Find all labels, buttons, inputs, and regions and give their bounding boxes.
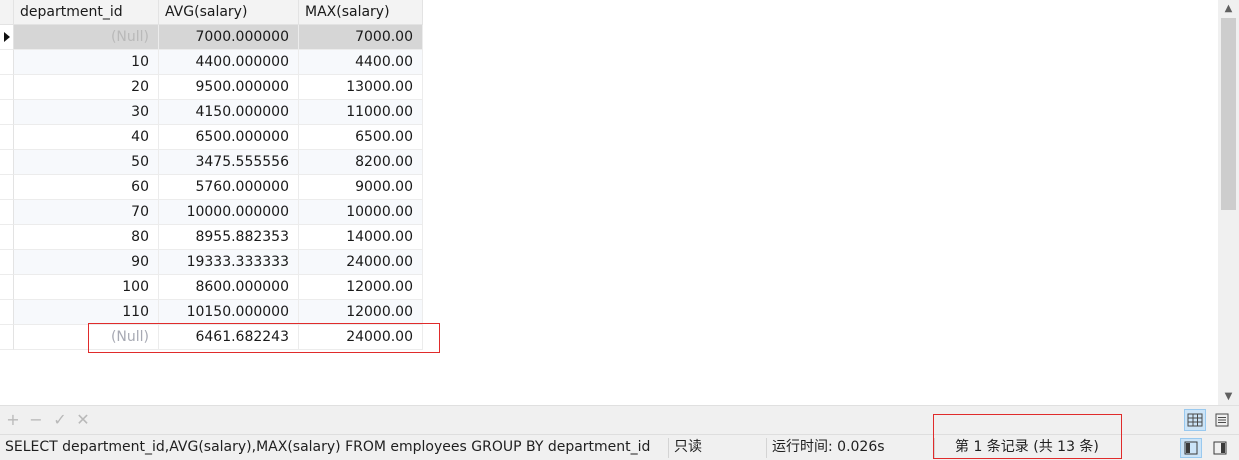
row-indicator[interactable] [0, 175, 14, 200]
column-header-avg-salary[interactable]: AVG(salary) [159, 0, 299, 25]
cell-avg-salary[interactable]: 3475.555556 [159, 150, 299, 175]
cell-avg-salary[interactable]: 4400.000000 [159, 50, 299, 75]
cell-department-id[interactable]: 80 [14, 225, 159, 250]
table-row[interactable]: (Null) 7000.000000 7000.00 [0, 25, 423, 50]
form-view-button[interactable] [1211, 409, 1233, 431]
row-indicator[interactable] [0, 125, 14, 150]
status-sql-text: SELECT department_id,AVG(salary),MAX(sal… [5, 439, 651, 455]
row-indicator[interactable] [0, 75, 14, 100]
cell-avg-salary[interactable]: 8955.882353 [159, 225, 299, 250]
cell-max-salary[interactable]: 14000.00 [299, 225, 423, 250]
query-result-window: department_id AVG(salary) MAX(salary) (N… [0, 0, 1239, 460]
cell-max-salary[interactable]: 9000.00 [299, 175, 423, 200]
row-indicator[interactable] [0, 100, 14, 125]
check-icon[interactable]: ✓ [51, 410, 69, 430]
current-row-arrow-icon [4, 32, 10, 42]
cell-avg-salary[interactable]: 6461.682243 [159, 325, 299, 350]
grid-view-button[interactable] [1184, 409, 1206, 431]
cell-department-id[interactable]: 90 [14, 250, 159, 275]
cell-department-id[interactable]: 20 [14, 75, 159, 100]
grid-header: department_id AVG(salary) MAX(salary) [0, 0, 423, 25]
cell-department-id[interactable]: (Null) [14, 25, 159, 50]
row-indicator[interactable] [0, 25, 14, 50]
table-row[interactable]: 50 3475.555556 8200.00 [0, 150, 423, 175]
cell-max-salary[interactable]: 13000.00 [299, 75, 423, 100]
row-indicator[interactable] [0, 150, 14, 175]
cell-max-salary[interactable]: 7000.00 [299, 25, 423, 50]
result-grid[interactable]: department_id AVG(salary) MAX(salary) (N… [0, 0, 1218, 405]
status-bar: SELECT department_id,AVG(salary),MAX(sal… [0, 434, 1239, 460]
status-divider [766, 438, 767, 458]
table-row[interactable]: 100 8600.000000 12000.00 [0, 275, 423, 300]
table-row[interactable]: 60 5760.000000 9000.00 [0, 175, 423, 200]
grid-toolbar: + − ✓ ✕ [0, 405, 1239, 434]
cell-avg-salary[interactable]: 6500.000000 [159, 125, 299, 150]
table-row[interactable]: 20 9500.000000 13000.00 [0, 75, 423, 100]
cell-department-id[interactable]: 30 [14, 100, 159, 125]
cell-department-id[interactable]: 60 [14, 175, 159, 200]
cell-avg-salary[interactable]: 7000.000000 [159, 25, 299, 50]
status-divider [668, 438, 669, 458]
cell-avg-salary[interactable]: 10000.000000 [159, 200, 299, 225]
row-indicator[interactable] [0, 225, 14, 250]
cell-max-salary[interactable]: 24000.00 [299, 325, 423, 350]
table-row[interactable]: 40 6500.000000 6500.00 [0, 125, 423, 150]
cell-avg-salary[interactable]: 10150.000000 [159, 300, 299, 325]
row-indicator[interactable] [0, 50, 14, 75]
status-runtime: 运行时间: 0.026s [772, 439, 885, 455]
status-mode: 只读 [674, 439, 702, 455]
column-header-department-id[interactable]: department_id [14, 0, 159, 25]
cell-max-salary[interactable]: 8200.00 [299, 150, 423, 175]
status-record-count: 第 1 条记录 (共 13 条) [955, 439, 1099, 455]
cell-max-salary[interactable]: 10000.00 [299, 200, 423, 225]
panel-left-button[interactable] [1180, 438, 1202, 458]
cell-max-salary[interactable]: 12000.00 [299, 300, 423, 325]
scroll-down-icon[interactable]: ▼ [1218, 388, 1239, 405]
cell-avg-salary[interactable]: 19333.333333 [159, 250, 299, 275]
row-indicator[interactable] [0, 300, 14, 325]
minus-icon[interactable]: − [27, 410, 45, 430]
plus-icon[interactable]: + [4, 410, 22, 430]
cell-department-id[interactable]: 40 [14, 125, 159, 150]
cell-max-salary[interactable]: 12000.00 [299, 275, 423, 300]
header-corner [0, 0, 14, 25]
cell-avg-salary[interactable]: 9500.000000 [159, 75, 299, 100]
cell-avg-salary[interactable]: 8600.000000 [159, 275, 299, 300]
cell-max-salary[interactable]: 6500.00 [299, 125, 423, 150]
cell-max-salary[interactable]: 4400.00 [299, 50, 423, 75]
cell-max-salary[interactable]: 11000.00 [299, 100, 423, 125]
cell-max-salary[interactable]: 24000.00 [299, 250, 423, 275]
table-row[interactable]: 80 8955.882353 14000.00 [0, 225, 423, 250]
status-divider [934, 438, 935, 458]
cell-avg-salary[interactable]: 4150.000000 [159, 100, 299, 125]
table-row[interactable]: (Null) 6461.682243 24000.00 [0, 325, 423, 350]
table-row[interactable]: 110 10150.000000 12000.00 [0, 300, 423, 325]
grid-rows: (Null) 7000.000000 7000.00 10 4400.000000 440… [0, 25, 423, 350]
cell-department-id[interactable]: 110 [14, 300, 159, 325]
table-row[interactable]: 90 19333.333333 24000.00 [0, 250, 423, 275]
row-indicator[interactable] [0, 325, 14, 350]
panel-right-icon [1213, 441, 1227, 455]
x-icon[interactable]: ✕ [74, 410, 92, 430]
row-indicator[interactable] [0, 250, 14, 275]
cell-department-id[interactable]: 70 [14, 200, 159, 225]
table-row[interactable]: 70 10000.000000 10000.00 [0, 200, 423, 225]
cell-department-id[interactable]: (Null) [14, 325, 159, 350]
grid-view-icon [1187, 413, 1203, 427]
cell-department-id[interactable]: 100 [14, 275, 159, 300]
table-row[interactable]: 10 4400.000000 4400.00 [0, 50, 423, 75]
cell-avg-salary[interactable]: 5760.000000 [159, 175, 299, 200]
cell-department-id[interactable]: 50 [14, 150, 159, 175]
column-header-max-salary[interactable]: MAX(salary) [299, 0, 423, 25]
scrollbar-thumb[interactable] [1221, 18, 1236, 210]
table-row[interactable]: 30 4150.000000 11000.00 [0, 100, 423, 125]
row-indicator[interactable] [0, 275, 14, 300]
row-indicator[interactable] [0, 200, 14, 225]
vertical-scrollbar[interactable]: ▲ ▼ [1218, 0, 1239, 405]
cell-department-id[interactable]: 10 [14, 50, 159, 75]
form-view-icon [1215, 413, 1229, 427]
scroll-up-icon[interactable]: ▲ [1218, 0, 1239, 17]
panel-left-icon [1184, 441, 1198, 455]
panel-right-button[interactable] [1209, 438, 1231, 458]
